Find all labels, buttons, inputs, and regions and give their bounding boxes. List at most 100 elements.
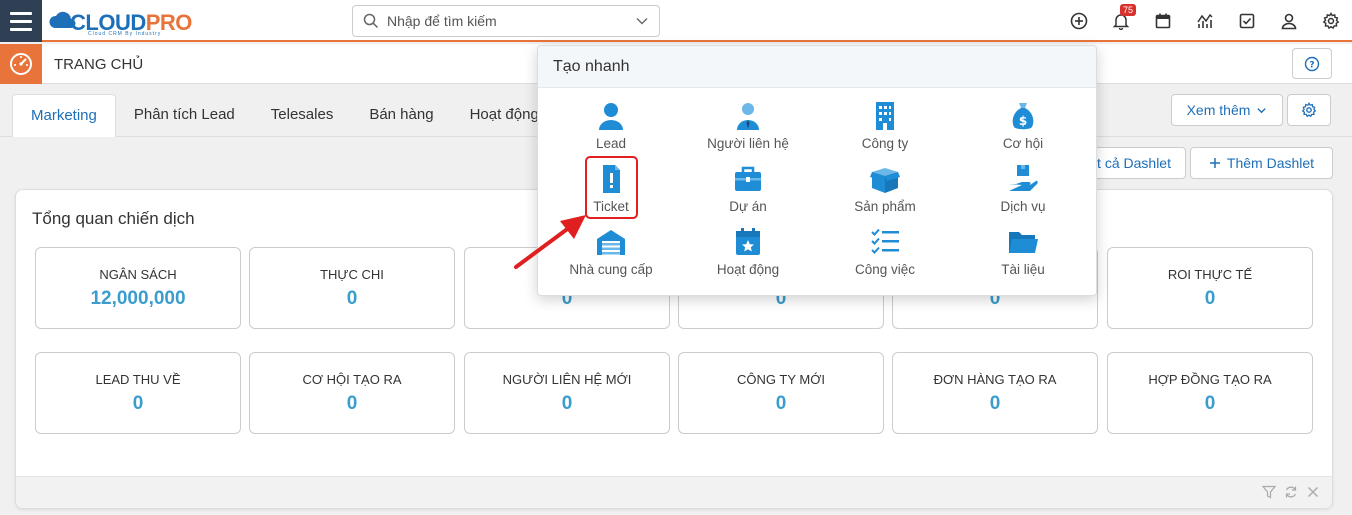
hamburger-menu-button[interactable] [0,0,42,42]
tab-sales[interactable]: Bán hàng [351,94,451,137]
quick-create-button[interactable] [1058,0,1100,42]
tab-marketing[interactable]: Marketing [12,94,116,137]
stat-value: 0 [346,393,358,414]
stat-card: NGƯỜI LIÊN HỆ MỚI 0 [464,352,670,434]
quick-create-service[interactable]: Dịch vụ [963,164,1083,224]
checkbox-icon [1239,13,1255,29]
help-button[interactable]: ? [1292,48,1332,79]
ticket-highlight-box [585,156,638,219]
logo-tagline: Cloud CRM By Industry [88,31,162,37]
search-input[interactable] [387,13,635,29]
stat-value: 0 [346,288,358,309]
quick-create-document[interactable]: Tài liệu [963,227,1083,287]
gear-icon [1322,12,1340,30]
chevron-down-icon [1257,107,1267,113]
quick-create-lead[interactable]: Lead [551,101,671,161]
stat-value: 0 [561,393,573,414]
tab-telesales[interactable]: Telesales [253,94,352,137]
stat-value: 0 [1204,288,1216,309]
quick-create-activity[interactable]: Hoạt động [688,227,808,287]
stat-card: NGÂN SÁCH 12,000,000 [35,247,241,329]
box-icon [870,168,900,193]
quick-create-label: Tài liệu [1001,262,1045,277]
stat-label: ROI THỰC TẾ [1167,267,1253,282]
logo[interactable]: CLOUDPRO Cloud CRM By Industry [48,4,203,38]
quick-create-company[interactable]: Công ty [825,101,945,161]
stat-card: CƠ HỘI TẠO RA 0 [249,352,455,434]
more-tabs-label: Xem thêm [1186,102,1251,118]
stat-label: CÔNG TY MỚI [737,372,825,387]
more-tabs-button[interactable]: Xem thêm [1171,94,1283,126]
stat-value: 0 [989,393,1001,414]
top-bar: CLOUDPRO Cloud CRM By Industry 75 [0,0,1352,42]
stat-card: ROI THỰC TẾ 0 [1107,247,1313,329]
search-icon [363,13,379,29]
dashboard-icon [0,44,42,84]
stat-card: THỰC CHI 0 [249,247,455,329]
add-dashlet-label: Thêm Dashlet [1226,155,1315,171]
money-bag-icon: $ [1012,103,1034,130]
user-icon [1281,13,1297,30]
chevron-down-icon[interactable] [635,14,649,28]
dashlet-actions [1262,485,1320,499]
calendar-star-icon [736,228,760,255]
add-dashlet-button[interactable]: Thêm Dashlet [1190,147,1333,179]
chart-icon [1197,13,1213,28]
stat-label: HỢP ĐỒNG TẠO RA [1148,372,1272,387]
folder-icon [1009,232,1038,253]
tab-lead-analysis[interactable]: Phân tích Lead [116,94,253,137]
stat-label: NGƯỜI LIÊN HỆ MỚI [502,372,632,387]
person-icon [599,103,623,130]
building-icon [876,102,894,130]
quick-create-label: Cơ hội [1002,136,1044,151]
tab-settings-button[interactable] [1287,94,1331,126]
quick-create-product[interactable]: Sản phẩm [825,164,945,224]
top-icons: 75 [1058,0,1352,42]
notifications-button[interactable]: 75 [1100,0,1142,42]
plus-icon [1209,158,1220,168]
service-hand-icon [1009,165,1038,191]
quick-create-label: Công việc [854,262,916,277]
quick-create-label: Dịch vụ [1000,199,1046,214]
reports-button[interactable] [1184,0,1226,42]
close-icon[interactable] [1306,485,1320,499]
stat-card: HỢP ĐỒNG TẠO RA 0 [1107,352,1313,434]
profile-button[interactable] [1268,0,1310,42]
stat-label: NGÂN SÁCH [99,267,177,282]
settings-button[interactable] [1310,0,1352,42]
svg-text:?: ? [1309,60,1314,70]
quick-create-project[interactable]: Dự án [688,164,808,224]
briefcase-icon [735,166,761,191]
quick-create-label: Sản phẩm [854,199,916,214]
dashlet-title: Tổng quan chiến dịch [32,209,195,228]
stat-value: 0 [775,393,787,414]
stat-value: 0 [1204,393,1216,414]
annotation-arrow-icon [514,215,586,269]
quick-create-label: Hoạt động [716,262,780,277]
filter-icon[interactable] [1262,485,1276,499]
quick-create-opportunity[interactable]: $ Cơ hội [963,101,1083,161]
quick-create-label: Lead [595,136,627,151]
stat-label: THỰC CHI [320,267,384,282]
svg-text:$: $ [1019,114,1027,128]
calendar-icon [1155,13,1171,29]
stat-card: ĐƠN HÀNG TẠO RA 0 [892,352,1098,434]
task-list-icon [871,228,899,254]
question-circle-icon: ? [1304,56,1320,71]
calendar-button[interactable] [1142,0,1184,42]
quick-create-task[interactable]: Công việc [825,227,945,287]
stat-card: LEAD THU VỀ 0 [35,352,241,434]
search-box[interactable] [352,5,660,37]
stat-label: ĐƠN HÀNG TẠO RA [933,372,1057,387]
stat-card: CÔNG TY MỚI 0 [678,352,884,434]
contact-icon [737,103,759,130]
quick-create-title: Tạo nhanh [538,46,1096,88]
stat-label: CƠ HỘI TẠO RA [302,372,402,387]
quick-create-contact[interactable]: Người liên hệ [688,101,808,161]
tasks-button[interactable] [1226,0,1268,42]
refresh-icon[interactable] [1284,485,1298,499]
dashboard-tabs: Marketing Phân tích Lead Telesales Bán h… [12,94,557,137]
quick-create-label: Công ty [861,136,909,151]
stat-value: 12,000,000 [90,288,186,309]
dashlet-footer [16,476,1332,508]
